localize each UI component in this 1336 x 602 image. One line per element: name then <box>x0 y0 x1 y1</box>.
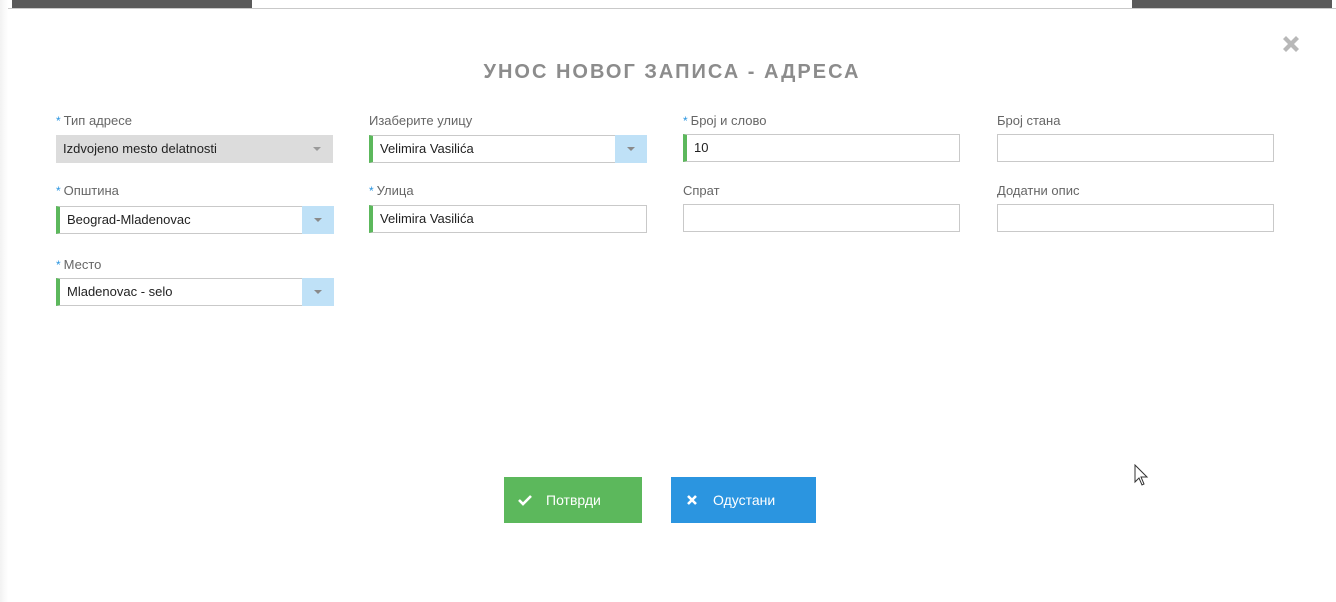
floor-label: Спрат <box>683 183 720 198</box>
apartment-label: Број стана <box>997 113 1061 128</box>
street-select[interactable]: Velimira Vasilića <box>369 135 647 163</box>
backdrop-top <box>0 0 1336 8</box>
backdrop-shadow <box>12 0 252 8</box>
check-icon <box>518 495 532 506</box>
street-select-label: Изаберите улицу <box>369 113 473 128</box>
chevron-down-icon[interactable] <box>302 278 334 306</box>
street-select-value: Velimira Vasilića <box>380 141 474 156</box>
floor-input[interactable] <box>683 204 960 232</box>
number-label: * Број и слово <box>683 113 767 128</box>
required-marker: * <box>56 184 61 198</box>
backdrop-left <box>0 0 8 602</box>
extra-desc-input[interactable] <box>997 204 1274 232</box>
street-label: * Улица <box>369 183 414 198</box>
mouse-pointer-icon <box>1134 464 1149 486</box>
address-dialog: УНОС НОВОГ ЗАПИСА - АДРЕСА * Тип адресе I… <box>8 8 1336 602</box>
required-marker: * <box>683 114 688 128</box>
close-icon <box>687 495 697 505</box>
street-input[interactable]: Velimira Vasilića <box>369 205 647 233</box>
backdrop-shadow <box>1132 0 1332 8</box>
dialog-title: УНОС НОВОГ ЗАПИСА - АДРЕСА <box>483 61 861 83</box>
required-marker: * <box>56 114 61 128</box>
apartment-input[interactable] <box>997 134 1274 162</box>
close-icon[interactable] <box>1280 33 1302 55</box>
municipality-label: * Општина <box>56 183 119 198</box>
confirm-button-label: Потврди <box>546 492 601 508</box>
cancel-button[interactable]: Одустани <box>671 477 816 523</box>
address-type-select[interactable]: Izdvojeno mesto delatnosti <box>56 135 333 163</box>
extra-desc-label: Додатни опис <box>997 183 1080 198</box>
chevron-down-icon[interactable] <box>615 135 647 163</box>
chevron-down-icon[interactable] <box>302 206 334 234</box>
municipality-select[interactable]: Beograd-Mladenovac <box>56 206 334 234</box>
place-value: Mladenovac - selo <box>67 284 173 299</box>
place-label: * Место <box>56 257 102 272</box>
address-type-value: Izdvojeno mesto delatnosti <box>63 141 217 156</box>
place-select[interactable]: Mladenovac - selo <box>56 278 334 306</box>
cancel-button-label: Одустани <box>713 492 776 508</box>
number-input[interactable]: 10 <box>683 134 960 162</box>
required-marker: * <box>56 258 61 272</box>
chevron-down-icon[interactable] <box>301 135 333 163</box>
municipality-value: Beograd-Mladenovac <box>67 212 191 227</box>
confirm-button[interactable]: Потврди <box>504 477 642 523</box>
address-type-label: * Тип адресе <box>56 113 132 128</box>
required-marker: * <box>369 184 374 198</box>
